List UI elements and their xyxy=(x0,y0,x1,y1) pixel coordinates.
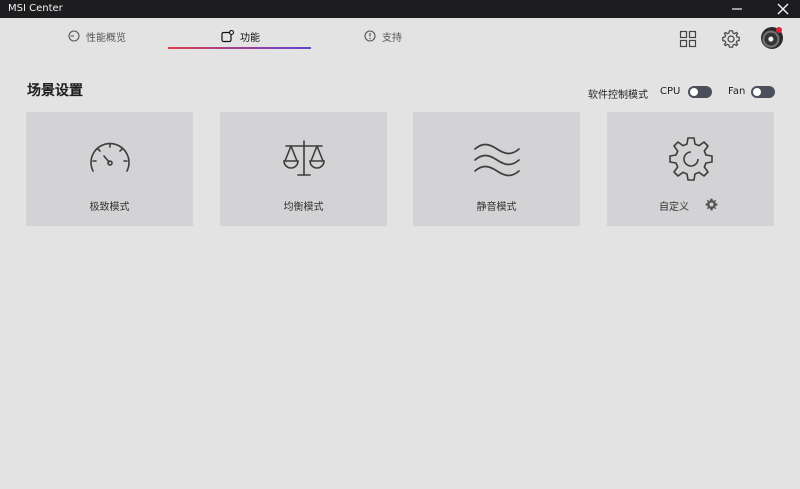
active-tab-indicator xyxy=(168,47,311,49)
layout-grid-button[interactable] xyxy=(677,28,699,50)
fan-toggle[interactable] xyxy=(751,86,775,98)
card-label: 静音模式 xyxy=(476,202,517,213)
tab-label: 支持 xyxy=(382,32,402,44)
close-icon xyxy=(777,3,789,15)
dashboard-icon xyxy=(68,30,80,42)
card-label: 极致模式 xyxy=(89,202,130,213)
extreme-mode-card[interactable]: 极致模式 xyxy=(26,112,193,226)
minimize-button[interactable] xyxy=(722,0,752,18)
title-bar: MSI Center xyxy=(0,0,800,18)
gear-icon xyxy=(722,30,740,48)
wave-icon xyxy=(472,134,522,184)
tab-performance-overview[interactable]: 性能概览 xyxy=(68,26,126,46)
software-control-mode-label: 软件控制模式 xyxy=(588,90,648,101)
custom-settings-button[interactable] xyxy=(704,197,718,211)
cpu-toggle[interactable] xyxy=(688,86,712,98)
section-title: 场景设置 xyxy=(27,83,83,99)
feature-icon xyxy=(221,29,234,42)
support-icon xyxy=(364,30,376,42)
custom-mode-card[interactable]: 自定义 xyxy=(607,112,774,226)
card-label: 均衡模式 xyxy=(283,202,324,213)
balanced-mode-card[interactable]: 均衡模式 xyxy=(220,112,387,226)
cpu-toggle-label: CPU xyxy=(660,86,681,97)
window-title: MSI Center xyxy=(8,3,63,14)
close-button[interactable] xyxy=(768,0,798,18)
speedometer-icon xyxy=(85,134,135,184)
notification-badge xyxy=(776,27,782,33)
silent-mode-card[interactable]: 静音模式 xyxy=(413,112,580,226)
toggle-knob xyxy=(690,88,698,96)
settings-button[interactable] xyxy=(720,28,742,50)
tab-label: 功能 xyxy=(240,32,260,44)
tab-label: 性能概览 xyxy=(86,32,126,44)
gear-icon xyxy=(705,198,717,210)
balance-scale-icon xyxy=(279,134,329,184)
tab-features[interactable]: 功能 xyxy=(221,26,260,46)
fan-toggle-label: Fan xyxy=(728,86,746,97)
tab-support[interactable]: 支持 xyxy=(364,26,402,46)
gear-icon xyxy=(666,134,716,184)
toggle-knob xyxy=(753,88,761,96)
main-tabs: 性能概览 功能 支持 xyxy=(0,18,640,52)
grid-icon xyxy=(679,30,697,48)
minimize-icon xyxy=(732,8,742,10)
card-label: 自定义 xyxy=(659,202,689,213)
